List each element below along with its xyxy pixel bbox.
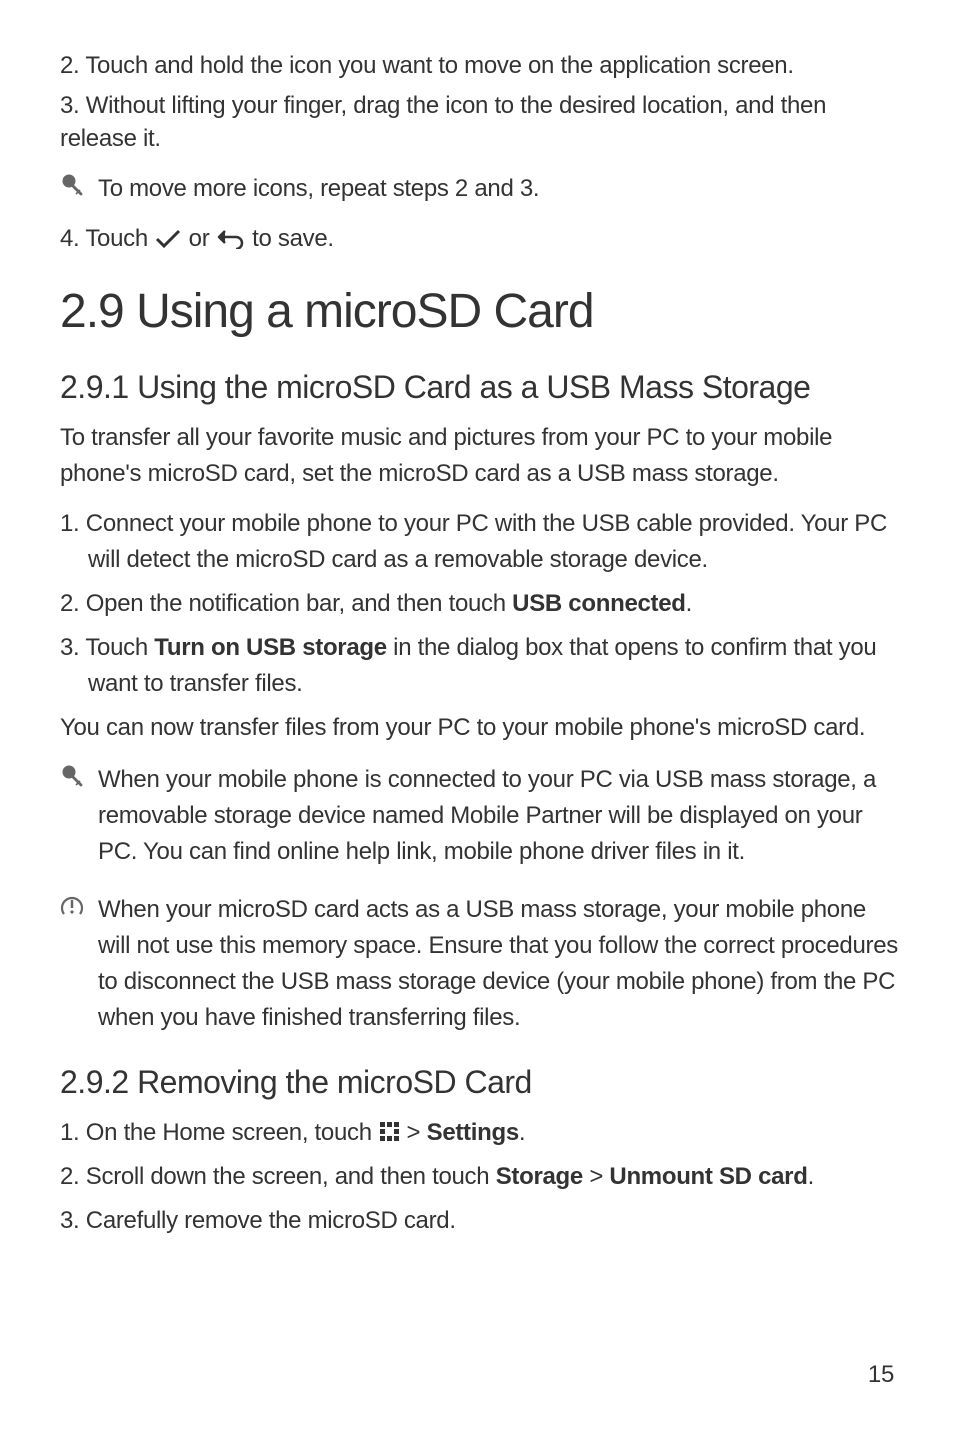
note-icon	[60, 764, 84, 788]
apps-grid-icon	[378, 1120, 400, 1142]
remove-step-2-c: >	[583, 1163, 609, 1190]
remove-step-3: 3. Carefully remove the microSD card.	[60, 1203, 899, 1239]
usb-step-2-c: .	[686, 590, 692, 617]
caution-memory-space: When your microSD card acts as a USB mas…	[60, 892, 899, 1036]
remove-step-1-d: .	[519, 1119, 525, 1146]
intro-paragraph: To transfer all your favorite music and …	[60, 420, 899, 492]
note-text: To move more icons, repeat steps 2 and 3…	[98, 171, 899, 207]
remove-step-1-bold: Settings	[427, 1119, 519, 1146]
remove-step-2-bold2: Unmount SD card	[609, 1163, 807, 1190]
document-page: 2. Touch and hold the icon you want to m…	[0, 0, 954, 1429]
note-text: When your mobile phone is connected to y…	[98, 762, 899, 870]
usb-step-2-bold: USB connected	[512, 590, 685, 617]
caution-icon	[60, 894, 84, 918]
step-4: 4. Touch or to save.	[60, 223, 899, 255]
note-repeat-steps: To move more icons, repeat steps 2 and 3…	[60, 171, 899, 207]
subsection-heading-2-9-1: 2.9.1 Using the microSD Card as a USB Ma…	[60, 369, 899, 406]
usb-step-3: 3. Touch Turn on USB storage in the dial…	[60, 630, 899, 702]
step-4-part-b: or	[189, 225, 216, 252]
page-number: 15	[868, 1361, 894, 1389]
step-4-part-a: 4. Touch	[60, 225, 154, 252]
remove-step-2: 2. Scroll down the screen, and then touc…	[60, 1159, 899, 1195]
remove-step-1-b: >	[407, 1119, 427, 1146]
remove-step-2-e: .	[808, 1163, 814, 1190]
usb-step-3-bold: Turn on USB storage	[154, 634, 387, 661]
back-arrow-icon	[216, 227, 246, 249]
step-3: 3. Without lifting your finger, drag the…	[60, 90, 899, 155]
subsection-heading-2-9-2: 2.9.2 Removing the microSD Card	[60, 1064, 899, 1101]
remove-step-2-a: 2. Scroll down the screen, and then touc…	[60, 1163, 496, 1190]
usb-step-2: 2. Open the notification bar, and then t…	[60, 586, 899, 622]
checkmark-icon	[154, 227, 182, 249]
remove-step-1: 1. On the Home screen, touch > Settings.	[60, 1115, 899, 1151]
remove-step-2-bold1: Storage	[496, 1163, 583, 1190]
usb-step-2-a: 2. Open the notification bar, and then t…	[60, 590, 512, 617]
usb-step-3-a: 3. Touch	[60, 634, 154, 661]
now-transfer-paragraph: You can now transfer files from your PC …	[60, 710, 899, 746]
usb-step-1: 1. Connect your mobile phone to your PC …	[60, 506, 899, 578]
step-2: 2. Touch and hold the icon you want to m…	[60, 50, 899, 82]
section-heading-2-9: 2.9 Using a microSD Card	[60, 284, 899, 339]
note-mobile-partner: When your mobile phone is connected to y…	[60, 762, 899, 870]
remove-step-1-a: 1. On the Home screen, touch	[60, 1119, 378, 1146]
caution-text: When your microSD card acts as a USB mas…	[98, 892, 899, 1036]
step-4-part-c: to save.	[252, 225, 334, 252]
note-icon	[60, 173, 84, 197]
